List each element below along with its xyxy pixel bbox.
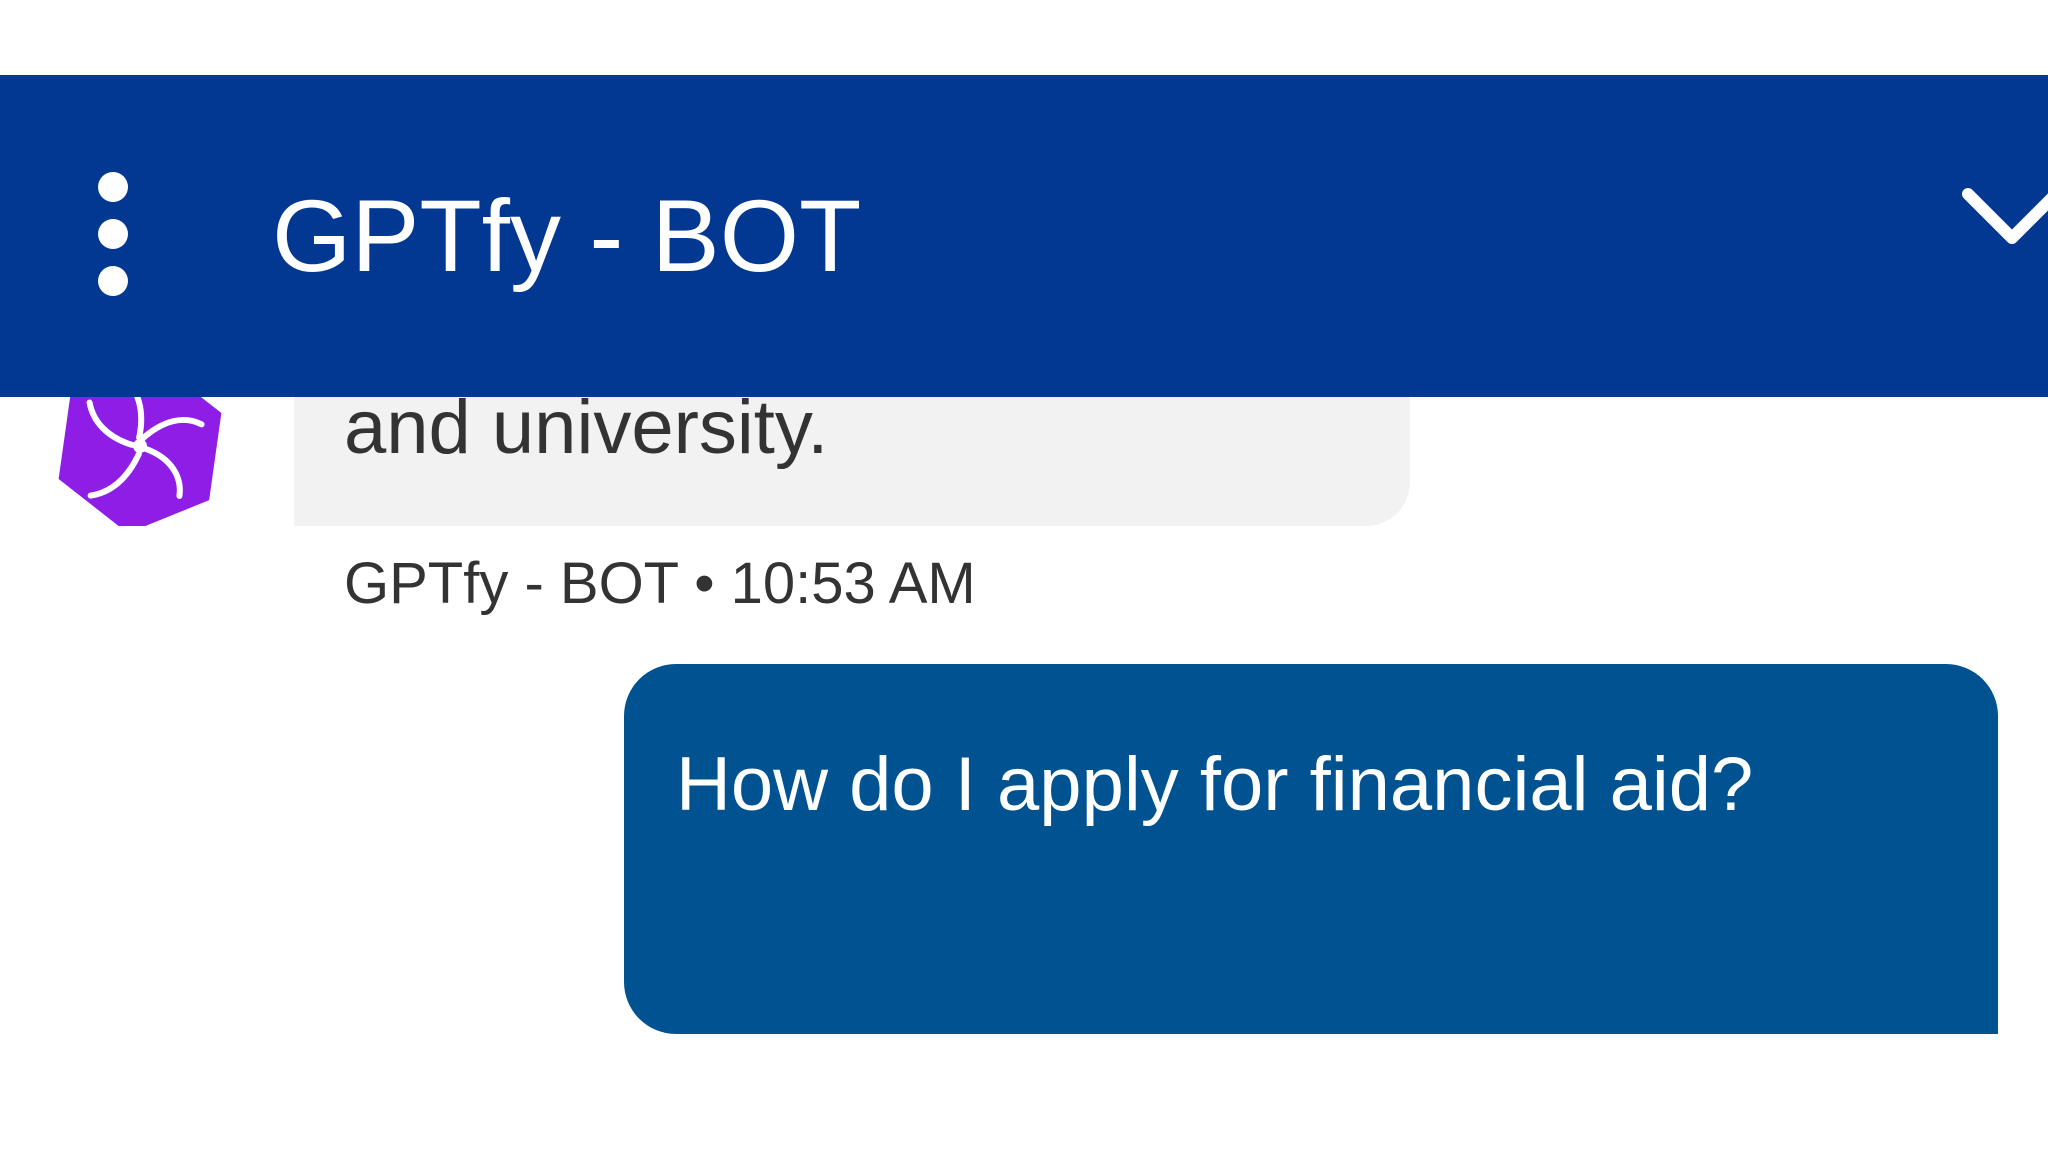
bot-sender-name: GPTfy - BOT — [344, 551, 679, 616]
meta-separator: • — [694, 551, 715, 616]
message-timestamp: 10:53 AM — [730, 551, 976, 616]
user-message-text: How do I apply for financial aid? — [676, 742, 1754, 827]
chevron-down-icon[interactable] — [1960, 180, 2048, 260]
bot-message-meta: GPTfy - BOT • 10:53 AM — [344, 548, 976, 620]
user-message-bubble: How do I apply for financial aid? — [624, 664, 1998, 1034]
chat-header: GPTfy - BOT — [0, 75, 2048, 397]
header-title: GPTfy - BOT — [272, 179, 862, 293]
more-vertical-icon[interactable] — [92, 172, 134, 296]
